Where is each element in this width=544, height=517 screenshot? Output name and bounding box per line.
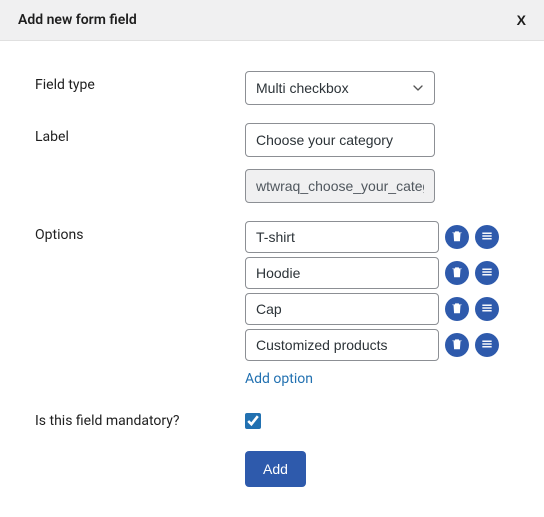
option-drag-handle[interactable] [475, 297, 499, 321]
option-input[interactable] [245, 257, 439, 289]
label-slug-input [245, 169, 435, 203]
field-type-select[interactable]: Multi checkbox [245, 71, 435, 105]
modal-title: Add new form field [18, 12, 137, 28]
add-button[interactable]: Add [245, 451, 306, 487]
option-delete-button[interactable] [445, 333, 469, 357]
modal-body: Field type Multi checkbox Label Options [0, 41, 544, 517]
option-drag-handle[interactable] [475, 261, 499, 285]
trash-icon [450, 229, 464, 246]
row-label: Label [35, 123, 509, 203]
option-input[interactable] [245, 293, 439, 325]
option-input[interactable] [245, 329, 439, 361]
close-button[interactable]: X [517, 12, 526, 28]
option-delete-button[interactable] [445, 261, 469, 285]
row-mandatory: Is this field mandatory? [35, 407, 509, 433]
option-delete-button[interactable] [445, 297, 469, 321]
row-submit: Add [35, 451, 509, 487]
row-options: Options [35, 221, 509, 387]
option-input[interactable] [245, 221, 439, 253]
label-options: Options [35, 221, 245, 243]
add-option-link[interactable]: Add option [245, 371, 313, 387]
label-mandatory: Is this field mandatory? [35, 407, 245, 429]
drag-icon [480, 337, 494, 354]
trash-icon [450, 265, 464, 282]
option-drag-handle[interactable] [475, 225, 499, 249]
drag-icon [480, 229, 494, 246]
options-list [245, 221, 509, 361]
row-field-type: Field type Multi checkbox [35, 71, 509, 105]
trash-icon [450, 337, 464, 354]
label-input[interactable] [245, 123, 435, 157]
modal-header: Add new form field X [0, 0, 544, 41]
trash-icon [450, 301, 464, 318]
mandatory-checkbox[interactable] [245, 413, 261, 429]
label-field-type: Field type [35, 71, 245, 93]
drag-icon [480, 265, 494, 282]
option-drag-handle[interactable] [475, 333, 499, 357]
option-row [245, 221, 509, 253]
option-row [245, 329, 509, 361]
label-label: Label [35, 123, 245, 145]
option-delete-button[interactable] [445, 225, 469, 249]
drag-icon [480, 301, 494, 318]
option-row [245, 257, 509, 289]
option-row [245, 293, 509, 325]
